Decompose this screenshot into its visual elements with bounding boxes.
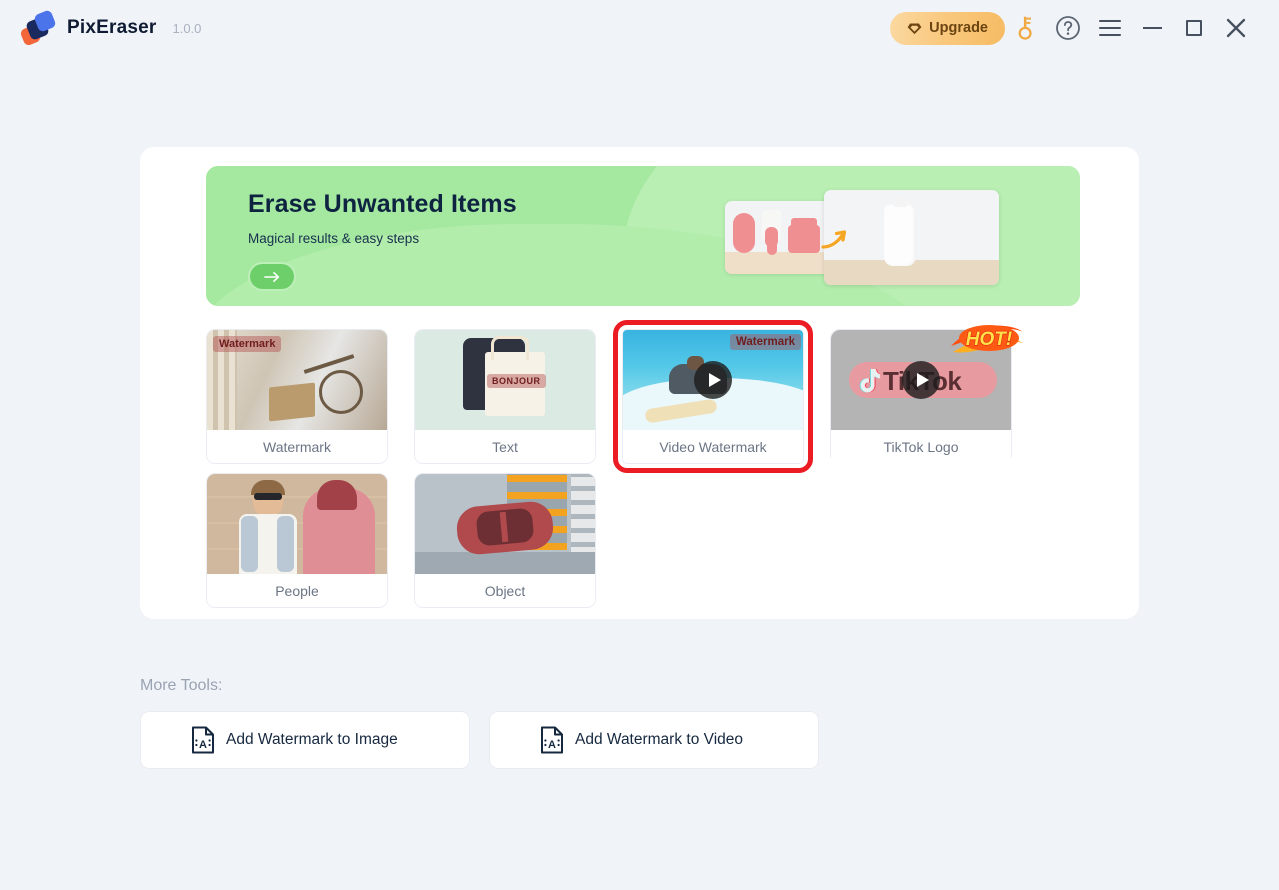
thumb-overlay-text-watermark: Watermark (213, 336, 282, 352)
app-brand: PixEraser 1.0.0 (19, 9, 202, 47)
tool-card-text[interactable]: BONJOUR Text (414, 329, 596, 464)
tool-card-people[interactable]: People (206, 473, 388, 608)
menu-button[interactable] (1089, 7, 1131, 49)
tool-thumb-video-watermark: Watermark (623, 330, 803, 430)
tool-thumb-watermark: Watermark (207, 330, 387, 430)
main-panel: Erase Unwanted Items Magical results & e… (140, 147, 1139, 619)
help-button[interactable] (1047, 7, 1089, 49)
app-title: PixEraser (67, 17, 157, 38)
tool-label-object: Object (415, 574, 595, 607)
tool-card-tiktok-logo[interactable]: TikTok HOT! TikTok Logo (830, 325, 1023, 464)
svg-text:A: A (199, 739, 207, 751)
more-tools-heading: More Tools: (140, 677, 223, 694)
tool-label-text: Text (415, 430, 595, 463)
close-x-icon (1226, 18, 1246, 38)
hero-subtitle: Magical results & easy steps (248, 231, 420, 246)
add-watermark-to-video-button[interactable]: A Add Watermark to Video (489, 711, 819, 769)
upgrade-label: Upgrade (929, 20, 988, 36)
tool-card-object[interactable]: Object (414, 473, 596, 608)
tool-label-video-watermark: Video Watermark (623, 430, 803, 463)
key-icon (1018, 16, 1032, 40)
play-button-video-watermark[interactable] (694, 361, 732, 399)
minimize-icon (1142, 27, 1162, 29)
play-button-tiktok-logo[interactable] (902, 361, 940, 399)
tiktok-note-icon (859, 369, 882, 393)
hero-text-block: Erase Unwanted Items Magical results & e… (248, 190, 517, 291)
arrow-right-icon (263, 271, 279, 282)
hamburger-menu-icon (1099, 20, 1121, 36)
title-bar: PixEraser 1.0.0 Upgrade (0, 0, 1279, 56)
maximize-button[interactable] (1173, 7, 1215, 49)
hero-images (725, 190, 1065, 290)
tool-thumb-text: BONJOUR (415, 330, 595, 430)
pixeraser-logo-icon (19, 9, 57, 47)
upgrade-button[interactable]: Upgrade (890, 11, 1005, 45)
tool-label-watermark: Watermark (207, 430, 387, 463)
activation-key-button[interactable] (1005, 7, 1047, 49)
add-watermark-to-image-button[interactable]: A Add Watermark to Image (140, 711, 470, 769)
hot-badge-icon: HOT! (951, 325, 1023, 353)
tool-thumb-object (415, 474, 595, 574)
hero-title: Erase Unwanted Items (248, 190, 517, 218)
question-mark-circle-icon (1056, 16, 1080, 40)
curved-arrow-icon (821, 230, 847, 249)
tool-thumb-people (207, 474, 387, 574)
svg-text:HOT!: HOT! (966, 329, 1012, 350)
thumb-overlay-text-video-watermark: Watermark (729, 334, 801, 350)
close-button[interactable] (1215, 7, 1257, 49)
tool-label-tiktok-logo: TikTok Logo (831, 430, 1011, 464)
document-text-icon: A (541, 726, 563, 754)
tool-card-watermark[interactable]: Watermark Watermark (206, 329, 388, 464)
thumb-overlay-text-text: BONJOUR (487, 374, 546, 388)
tool-card-video-watermark[interactable]: Watermark Video Watermark (613, 320, 813, 473)
svg-text:A: A (548, 739, 556, 751)
hero-banner[interactable]: Erase Unwanted Items Magical results & e… (206, 166, 1080, 306)
tool-label-people: People (207, 574, 387, 607)
app-version: 1.0.0 (172, 20, 202, 36)
minimize-button[interactable] (1131, 7, 1173, 49)
window-controls: Upgrade (890, 7, 1257, 49)
add-watermark-to-video-label: Add Watermark to Video (575, 731, 743, 748)
diamond-icon (907, 23, 922, 34)
maximize-icon (1186, 20, 1202, 36)
add-watermark-to-image-label: Add Watermark to Image (226, 731, 398, 748)
document-text-icon: A (192, 726, 214, 754)
hero-cta-button[interactable] (248, 262, 296, 291)
